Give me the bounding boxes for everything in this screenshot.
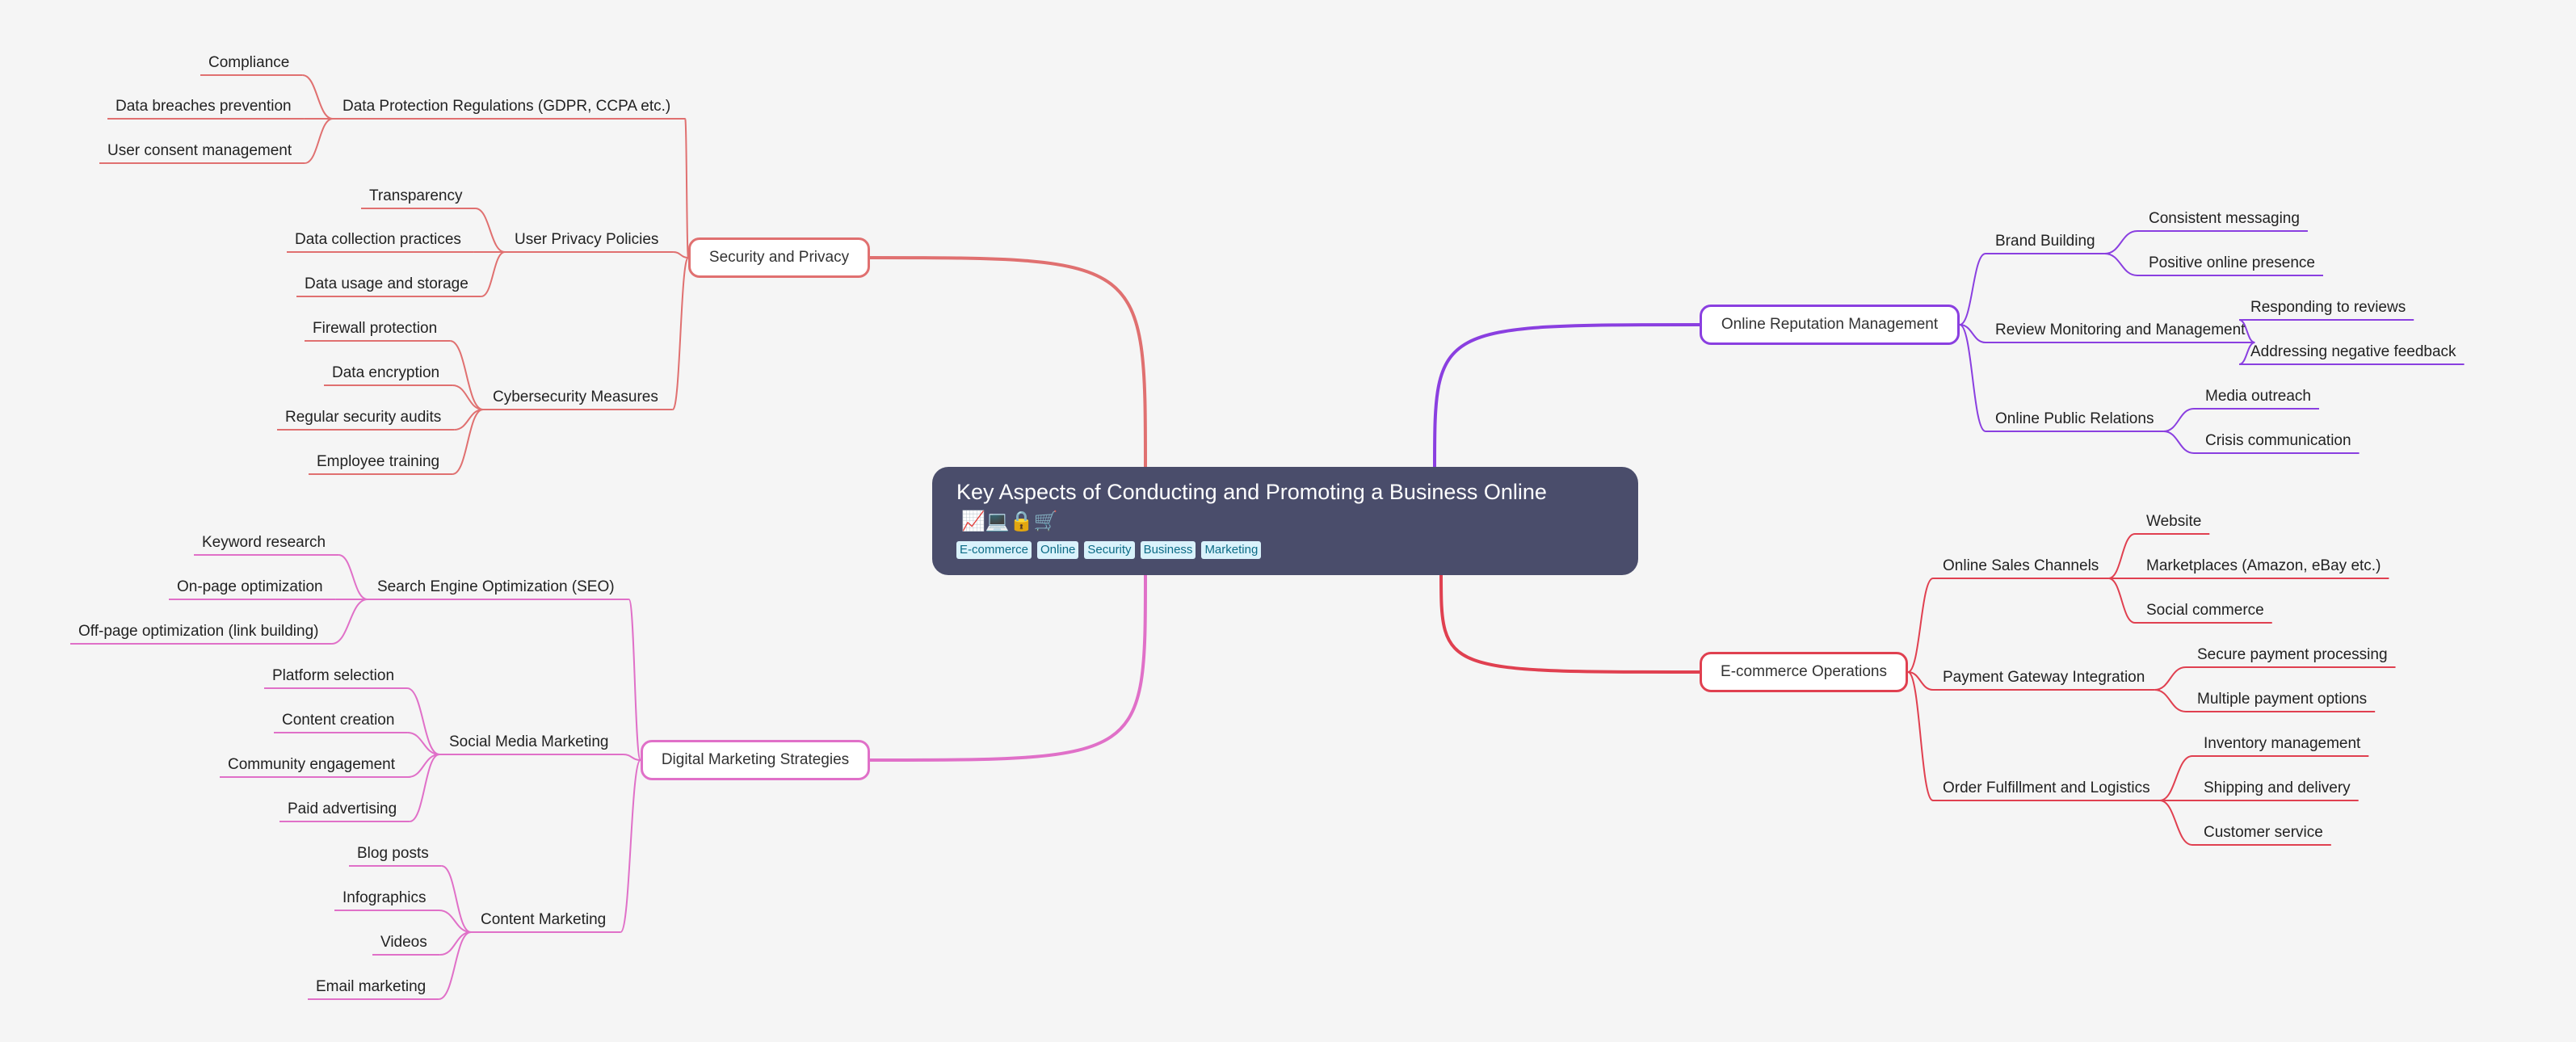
edge-leaf-social-commerce [2108, 578, 2136, 624]
leaf-shipping-and-delivery[interactable]: Shipping and delivery [2204, 779, 2351, 797]
leaf-data-encryption[interactable]: Data encryption [332, 364, 439, 382]
leaf-data-collection-practices[interactable]: Data collection practices [295, 231, 461, 249]
root-tags: E-commerce Online Security Business Mark… [956, 541, 1614, 559]
edge-leaf-employee-training [452, 409, 484, 475]
leaf-firewall-protection[interactable]: Firewall protection [313, 320, 437, 338]
node-online-sales-channels[interactable]: Online Sales Channels [1943, 557, 2099, 575]
tag-online: Online [1037, 541, 1079, 559]
root-title: Key Aspects of Conducting and Promoting … [956, 480, 1547, 504]
tag-business: Business [1140, 541, 1196, 559]
node-search-engine-optimization[interactable]: Search Engine Optimization (SEO) [377, 578, 615, 596]
edge-leaf-firewall-protection [449, 340, 484, 410]
leaf-consistent-messaging[interactable]: Consistent messaging [2149, 210, 2300, 228]
edge-leaf-multiple-payment-options [2154, 689, 2187, 712]
edge-leaf-compliance [302, 74, 334, 120]
node-social-media-marketing[interactable]: Social Media Marketing [449, 733, 608, 751]
edge-node-search-engine-optimization [628, 599, 641, 761]
leaf-content-creation[interactable]: Content creation [282, 712, 394, 729]
leaf-keyword-research[interactable]: Keyword research [202, 534, 326, 552]
leaf-crisis-communication[interactable]: Crisis communication [2205, 432, 2351, 450]
node-content-marketing[interactable]: Content Marketing [481, 911, 606, 929]
leaf-user-consent-management[interactable]: User consent management [107, 142, 292, 160]
edge-node-data-protection-regulations [684, 118, 689, 258]
branch-digital-marketing-strategies[interactable]: Digital Marketing Strategies [641, 740, 870, 780]
edge-leaf-user-consent-management [304, 118, 334, 164]
edge-root-branch-ecommerce-operations [1439, 573, 1700, 674]
leaf-addressing-negative-feedback[interactable]: Addressing negative feedback [2250, 343, 2456, 361]
edge-leaf-videos [439, 931, 472, 956]
edge-leaf-inventory-management [2159, 755, 2193, 801]
edge-node-online-public-relations [1959, 324, 1986, 432]
edge-node-content-marketing [620, 759, 641, 933]
leaf-marketplaces[interactable]: Marketplaces (Amazon, eBay etc.) [2146, 557, 2381, 575]
edge-node-cybersecurity-measures [671, 257, 689, 410]
branch-security-and-privacy[interactable]: Security and Privacy [688, 237, 870, 278]
leaf-email-marketing[interactable]: Email marketing [316, 978, 426, 996]
root-node[interactable]: Key Aspects of Conducting and Promoting … [932, 467, 1638, 575]
leaf-employee-training[interactable]: Employee training [317, 453, 439, 471]
leaf-infographics[interactable]: Infographics [342, 889, 427, 907]
leaf-social-commerce[interactable]: Social commerce [2146, 602, 2264, 620]
edge-leaf-keyword-research [338, 554, 368, 600]
tag-ecommerce: E-commerce [956, 541, 1032, 559]
node-review-monitoring-and-management[interactable]: Review Monitoring and Management [1995, 321, 2245, 339]
leaf-transparency[interactable]: Transparency [369, 187, 462, 205]
node-online-public-relations[interactable]: Online Public Relations [1995, 410, 2154, 428]
node-cybersecurity-measures[interactable]: Cybersecurity Measures [493, 389, 658, 406]
node-data-protection-regulations[interactable]: Data Protection Regulations (GDPR, CCPA … [342, 98, 670, 116]
tag-marketing: Marketing [1201, 541, 1262, 559]
branch-ecommerce-operations[interactable]: E-commerce Operations [1700, 652, 1908, 692]
edge-leaf-media-outreach [2163, 408, 2195, 432]
tag-security: Security [1084, 541, 1135, 559]
leaf-inventory-management[interactable]: Inventory management [2204, 735, 2360, 753]
edge-node-user-privacy-policies [673, 251, 689, 258]
edge-leaf-positive-online-presence [2104, 253, 2138, 276]
leaf-on-page-optimization[interactable]: On-page optimization [177, 578, 323, 596]
edge-leaf-email-marketing [438, 931, 472, 1000]
leaf-data-breaches-prevention[interactable]: Data breaches prevention [116, 98, 292, 116]
edge-leaf-consistent-messaging [2104, 230, 2138, 254]
leaf-secure-payment-processing[interactable]: Secure payment processing [2197, 646, 2388, 664]
node-payment-gateway-integration[interactable]: Payment Gateway Integration [1943, 669, 2145, 687]
node-order-fulfillment-and-logistics[interactable]: Order Fulfillment and Logistics [1943, 779, 2150, 797]
edge-node-social-media-marketing [623, 754, 641, 761]
leaf-paid-advertising[interactable]: Paid advertising [288, 800, 397, 818]
leaf-blog-posts[interactable]: Blog posts [357, 845, 429, 863]
edge-node-payment-gateway-integration [1907, 671, 1934, 691]
leaf-data-usage-and-storage[interactable]: Data usage and storage [305, 275, 469, 293]
edge-leaf-off-page-optimization [331, 599, 368, 645]
edge-leaf-website [2108, 533, 2136, 579]
branch-online-reputation-management[interactable]: Online Reputation Management [1700, 305, 1960, 345]
mindmap-canvas: Key Aspects of Conducting and Promoting … [0, 0, 2576, 1042]
leaf-regular-security-audits[interactable]: Regular security audits [285, 409, 441, 426]
leaf-media-outreach[interactable]: Media outreach [2205, 388, 2311, 405]
edge-root-branch-online-reputation-management [1433, 323, 1700, 469]
leaf-website[interactable]: Website [2146, 513, 2201, 531]
edge-leaf-transparency [475, 208, 506, 253]
edge-leaf-crisis-communication [2163, 431, 2195, 454]
leaf-customer-service[interactable]: Customer service [2204, 824, 2323, 842]
edge-root-branch-security-and-privacy [869, 256, 1147, 469]
leaf-videos[interactable]: Videos [380, 934, 427, 952]
leaf-off-page-optimization[interactable]: Off-page optimization (link building) [78, 623, 318, 641]
edge-leaf-secure-payment-processing [2154, 666, 2187, 691]
leaf-multiple-payment-options[interactable]: Multiple payment options [2197, 691, 2367, 708]
leaf-positive-online-presence[interactable]: Positive online presence [2149, 254, 2315, 272]
edge-root-branch-digital-marketing-strategies [869, 573, 1147, 762]
edge-node-order-fulfillment-and-logistics [1907, 671, 1934, 801]
edge-leaf-customer-service [2159, 800, 2193, 846]
edge-node-online-sales-channels [1907, 578, 1934, 673]
node-user-privacy-policies[interactable]: User Privacy Policies [515, 231, 658, 249]
edge-node-brand-building [1959, 253, 1986, 326]
edge-leaf-data-encryption [452, 384, 484, 410]
edge-leaf-data-usage-and-storage [481, 251, 506, 297]
leaf-responding-to-reviews[interactable]: Responding to reviews [2250, 299, 2406, 317]
leaf-community-engagement[interactable]: Community engagement [228, 756, 395, 774]
leaf-compliance[interactable]: Compliance [208, 54, 289, 72]
node-brand-building[interactable]: Brand Building [1995, 233, 2095, 250]
leaf-platform-selection[interactable]: Platform selection [272, 667, 394, 685]
root-emoji-icons: 📈💻🔒🛒 [961, 510, 1058, 532]
